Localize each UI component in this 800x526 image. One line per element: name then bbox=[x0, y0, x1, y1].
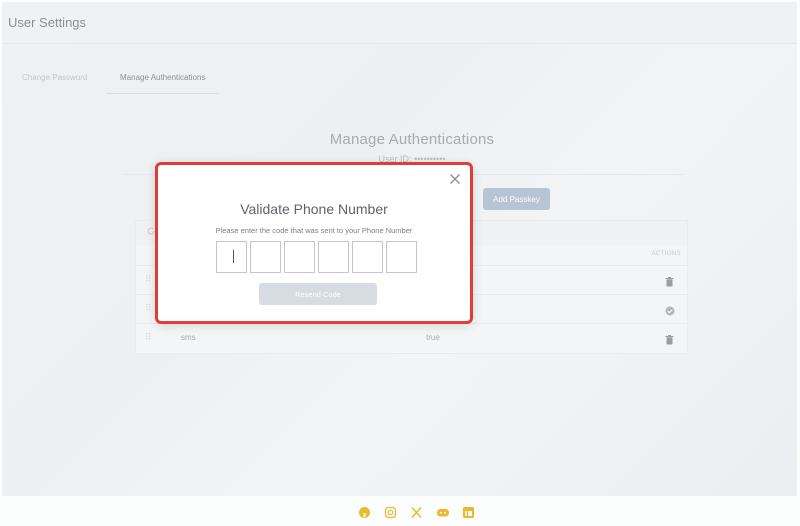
linkedin-icon[interactable] bbox=[462, 506, 475, 519]
code-digit-3[interactable] bbox=[284, 241, 315, 273]
modal-instruction: Please enter the code that was sent to y… bbox=[215, 226, 413, 235]
code-digit-2[interactable] bbox=[250, 241, 281, 273]
code-digit-4[interactable] bbox=[318, 241, 349, 273]
instagram-icon[interactable] bbox=[384, 506, 397, 519]
code-digit-5[interactable] bbox=[352, 241, 383, 273]
footer-social-icons bbox=[358, 505, 475, 519]
code-digit-1[interactable] bbox=[216, 241, 247, 273]
close-icon[interactable] bbox=[449, 172, 461, 184]
github-icon[interactable] bbox=[358, 506, 371, 519]
verification-code-input bbox=[216, 241, 420, 273]
text-cursor bbox=[233, 250, 234, 263]
x-icon[interactable] bbox=[410, 506, 423, 519]
code-digit-6[interactable] bbox=[386, 241, 417, 273]
resend-code-button[interactable]: Resend Code bbox=[259, 283, 377, 305]
modal-title: Validate Phone Number bbox=[240, 201, 388, 217]
validate-phone-modal: Validate Phone Number Please enter the c… bbox=[155, 162, 473, 324]
discord-icon[interactable] bbox=[436, 506, 449, 519]
